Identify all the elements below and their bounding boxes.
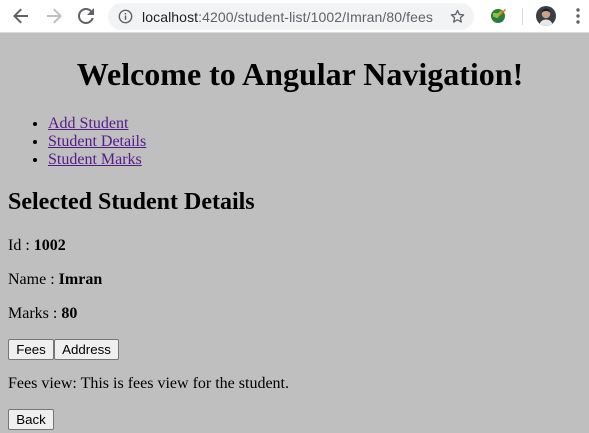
add-student-link[interactable]: Add Student	[48, 115, 128, 132]
marks-label: Marks :	[8, 305, 62, 322]
back-button[interactable]: Back	[8, 409, 54, 430]
toolbar-separator	[522, 8, 523, 25]
section-title: Selected Student Details	[8, 189, 255, 215]
id-label: Id :	[8, 237, 34, 254]
forward-arrow-icon[interactable]	[42, 4, 66, 28]
list-item: Student Details	[48, 133, 146, 151]
back-arrow-icon[interactable]	[9, 4, 33, 28]
list-item: Add Student	[48, 115, 146, 133]
url-path: :4200/student-list/1002/Imran/80/fees	[198, 9, 433, 25]
reload-icon[interactable]	[74, 4, 98, 28]
info-icon[interactable]	[118, 9, 133, 24]
marks-value: 80	[61, 305, 78, 322]
name-value: Imran	[58, 271, 103, 288]
student-id-row: Id : 1002	[8, 237, 66, 255]
fees-view-text: Fees view: This is fees view for the stu…	[8, 375, 289, 392]
id-value: 1002	[33, 237, 66, 254]
student-details-link[interactable]: Student Details	[48, 133, 146, 150]
page-title: Welcome to Angular Navigation!	[76, 56, 524, 92]
extension-globe-icon[interactable]	[488, 6, 508, 26]
page-content: Welcome to Angular Navigation! Add Stude…	[0, 34, 589, 433]
url-text[interactable]: localhost:4200/student-list/1002/Imran/8…	[142, 9, 433, 25]
student-marks-link[interactable]: Student Marks	[48, 151, 142, 168]
avatar[interactable]	[536, 6, 556, 26]
fees-button[interactable]: Fees	[8, 339, 54, 360]
student-name-row: Name : Imran	[8, 271, 102, 289]
bookmark-star-icon[interactable]	[449, 8, 466, 25]
browser-toolbar: localhost:4200/student-list/1002/Imran/8…	[0, 0, 589, 33]
name-label: Name :	[8, 271, 59, 288]
list-item: Student Marks	[48, 151, 146, 169]
kebab-menu-icon[interactable]	[570, 6, 586, 26]
address-button[interactable]: Address	[54, 339, 119, 360]
nav-list: Add Student Student Details Student Mark…	[8, 115, 146, 169]
url-host: localhost	[142, 9, 199, 25]
student-marks-row: Marks : 80	[8, 305, 77, 323]
address-bar[interactable]: localhost:4200/student-list/1002/Imran/8…	[108, 3, 474, 30]
